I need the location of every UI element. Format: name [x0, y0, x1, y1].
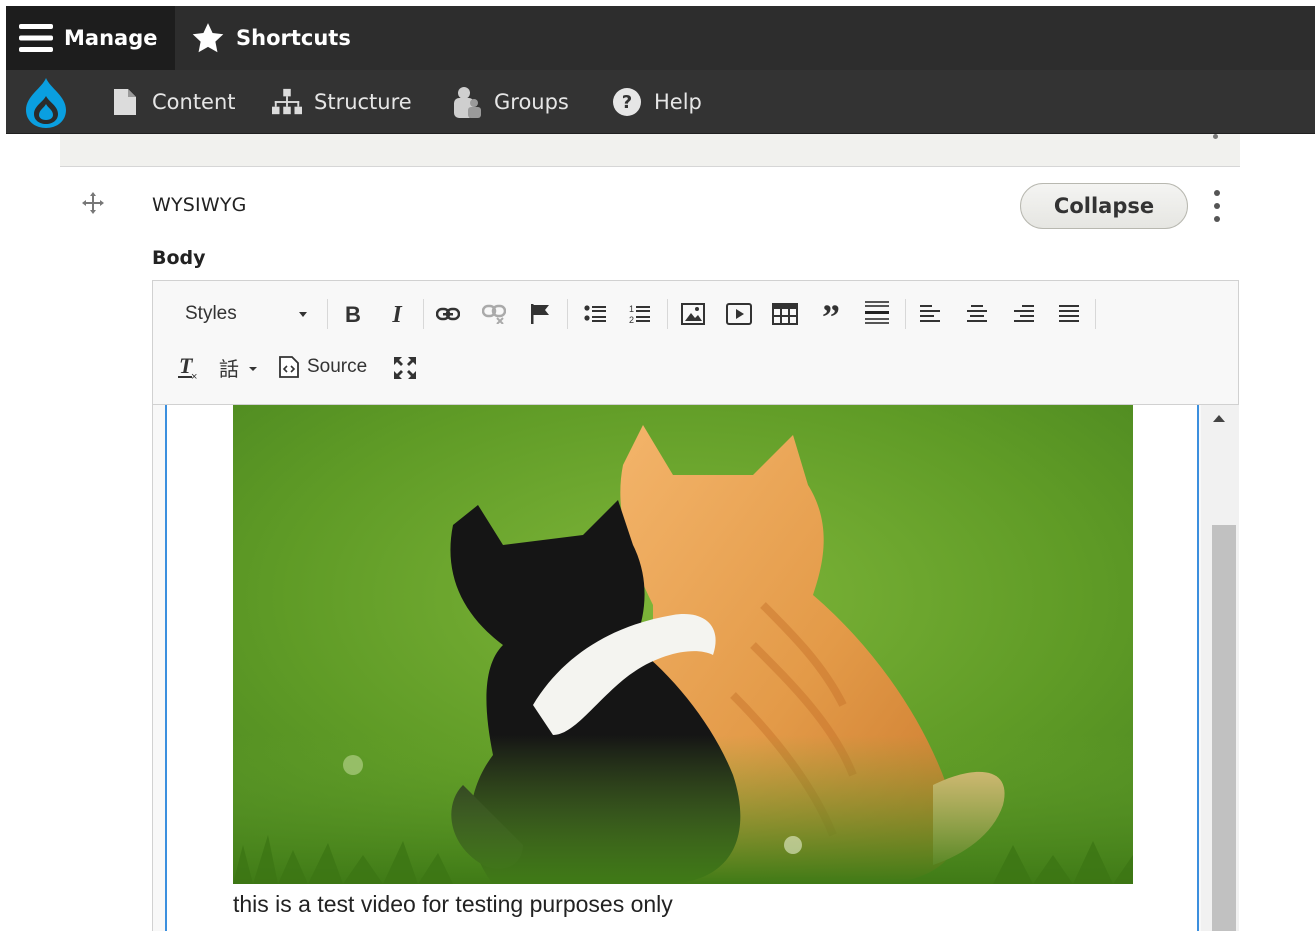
editor-toolbar: Styles B I 1 2 ” T × 話 Source — [153, 281, 1238, 405]
wysiwyg-editor: Styles B I 1 2 ” T × 話 Source this is a … — [152, 280, 1239, 931]
people-icon — [452, 87, 482, 118]
scroll-thumb[interactable] — [1212, 525, 1236, 931]
svg-text:2: 2 — [629, 315, 634, 325]
admin-tray: Content Structure Groups ? Help — [6, 70, 1315, 134]
editor-scrollbar[interactable] — [1201, 405, 1239, 931]
video-embed-icon[interactable] — [723, 297, 755, 331]
align-justify-icon[interactable] — [1053, 297, 1085, 331]
collapse-button[interactable]: Collapse — [1020, 183, 1188, 229]
scroll-up-arrow-icon[interactable] — [1213, 415, 1225, 422]
align-center-icon[interactable] — [961, 297, 993, 331]
styles-label: Styles — [185, 303, 237, 324]
align-left-icon[interactable] — [915, 297, 947, 331]
file-icon — [110, 87, 140, 117]
blockquote-icon[interactable]: ” — [815, 297, 847, 331]
svg-text:1: 1 — [629, 304, 634, 314]
italic-icon[interactable]: I — [383, 297, 411, 331]
editor-content-area[interactable]: this is a test video for testing purpose… — [165, 405, 1199, 931]
image-icon[interactable] — [677, 297, 709, 331]
toolbar-separator — [423, 299, 424, 329]
numbered-list-icon[interactable]: 12 — [623, 297, 655, 331]
chevron-down-icon — [299, 312, 307, 317]
nav-item-structure-label: Structure — [314, 90, 412, 114]
shortcuts-label: Shortcuts — [236, 26, 351, 50]
toolbar-separator — [327, 299, 328, 329]
nav-item-help[interactable]: ? Help — [612, 70, 702, 134]
svg-text:B: B — [345, 303, 361, 325]
admin-page: Manage Shortcuts Content Structure Group… — [0, 0, 1315, 931]
table-icon[interactable] — [769, 297, 801, 331]
toolbar-separator — [567, 299, 568, 329]
star-icon — [190, 20, 226, 56]
drupal-logo-icon[interactable] — [20, 76, 72, 130]
source-button[interactable]: Source — [279, 350, 367, 384]
image-caption: this is a test video for testing purpose… — [233, 891, 673, 917]
nav-item-content[interactable]: Content — [110, 70, 236, 134]
source-label: Source — [307, 356, 368, 377]
hamburger-icon — [18, 20, 54, 56]
svg-text:×: × — [191, 371, 197, 381]
strip-dot — [1213, 134, 1218, 139]
bulleted-list-icon[interactable] — [579, 297, 611, 331]
svg-text:”: ” — [822, 303, 840, 325]
toolbar-separator — [1095, 299, 1096, 329]
maximize-icon[interactable] — [389, 351, 421, 385]
bold-icon[interactable]: B — [339, 297, 367, 331]
nav-item-groups[interactable]: Groups — [452, 70, 569, 134]
source-icon — [279, 356, 299, 378]
manage-label: Manage — [64, 26, 158, 50]
shortcuts-tab[interactable]: Shortcuts — [186, 6, 366, 70]
toolbar-separator — [667, 299, 668, 329]
align-right-icon[interactable] — [1007, 297, 1039, 331]
language-icon[interactable]: 話 — [217, 351, 263, 385]
svg-text:I: I — [391, 303, 403, 325]
admin-toolbar: Manage Shortcuts — [6, 6, 1315, 70]
question-icon: ? — [612, 87, 642, 117]
sitemap-icon — [272, 87, 302, 117]
anchor-flag-icon[interactable] — [525, 297, 555, 331]
svg-text:?: ? — [622, 92, 632, 113]
nav-item-help-label: Help — [654, 90, 702, 114]
link-icon[interactable] — [433, 297, 463, 331]
styles-dropdown[interactable]: Styles — [173, 297, 319, 331]
unlink-icon[interactable] — [479, 297, 509, 331]
paragraph-type-label: WYSIWYG — [152, 194, 247, 216]
toolbar-separator — [905, 299, 906, 329]
nav-item-content-label: Content — [152, 90, 236, 114]
nav-item-groups-label: Groups — [494, 90, 569, 114]
previous-paragraph-strip — [60, 134, 1240, 167]
body-field-label: Body — [152, 247, 206, 269]
manage-tab[interactable]: Manage — [6, 6, 175, 70]
remove-format-icon[interactable]: T × — [175, 351, 205, 385]
kittens-image — [233, 405, 1133, 884]
nav-item-structure[interactable]: Structure — [272, 70, 412, 134]
drag-handle-icon[interactable] — [80, 190, 106, 216]
svg-text:話: 話 — [219, 357, 239, 380]
paragraph-actions-kebab-icon[interactable] — [1206, 186, 1228, 226]
horizontal-line-icon[interactable] — [861, 295, 893, 333]
